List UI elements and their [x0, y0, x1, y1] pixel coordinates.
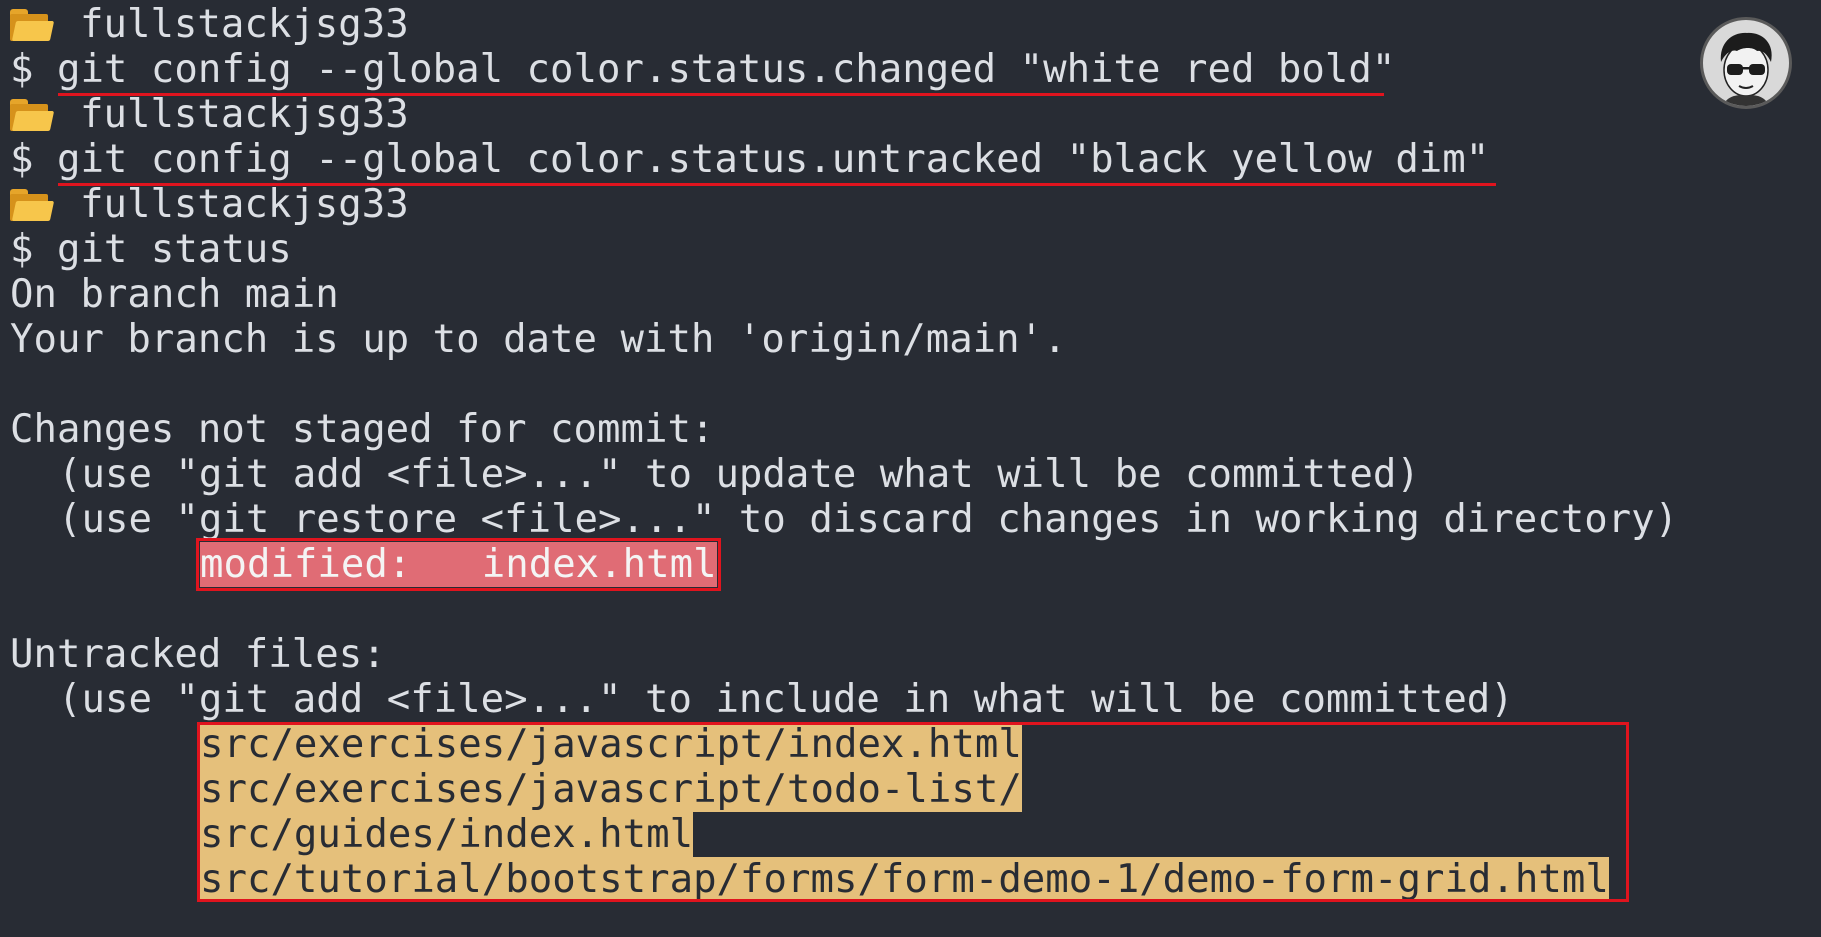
- modified-file-line: modified: index.html: [0, 538, 1821, 591]
- untracked-file: src/guides/index.html: [200, 812, 694, 857]
- command-line: $ git status: [0, 227, 1821, 272]
- untracked-file: src/exercises/javascript/todo-list/: [200, 767, 1022, 812]
- branch-line: On branch main: [10, 272, 339, 317]
- prompt-line: fullstackjsg33: [0, 2, 1821, 47]
- untracked-file: src/exercises/javascript/index.html: [200, 722, 1022, 767]
- command-text: $ git config --global color.status.chang…: [10, 47, 1396, 92]
- prompt-directory: fullstackjsg33: [80, 182, 409, 227]
- unstaged-hint: (use "git add <file>..." to update what …: [58, 452, 1420, 497]
- untracked-header: Untracked files:: [10, 632, 386, 677]
- command-underline-annotation: [58, 183, 1496, 186]
- modified-file-entry: modified: index.html: [196, 538, 721, 591]
- prompt-directory: fullstackjsg33: [80, 2, 409, 47]
- prompt-directory: fullstackjsg33: [80, 92, 409, 137]
- prompt-line: fullstackjsg33: [0, 182, 1821, 227]
- terminal-window[interactable]: fullstackjsg33 $ git config --global col…: [0, 0, 1821, 937]
- unstaged-header: Changes not staged for commit:: [10, 407, 715, 452]
- folder-icon: [10, 9, 55, 41]
- folder-icon: [10, 189, 55, 221]
- command-text: $ git status: [10, 227, 292, 272]
- avatar-illustration: [1720, 32, 1772, 106]
- untracked-hint: (use "git add <file>..." to include in w…: [58, 677, 1514, 722]
- upstream-line: Your branch is up to date with 'origin/m…: [10, 317, 1067, 362]
- command-line: $ git config --global color.status.untra…: [0, 137, 1821, 182]
- command-line: $ git config --global color.status.chang…: [0, 47, 1821, 92]
- avatar-icon: [1700, 17, 1792, 109]
- prompt-line: fullstackjsg33: [0, 92, 1821, 137]
- command-text: $ git config --global color.status.untra…: [10, 137, 1490, 182]
- unstaged-hint: (use "git restore <file>..." to discard …: [58, 497, 1679, 542]
- untracked-file-line: src/exercises/javascript/index.html: [0, 722, 1821, 767]
- untracked-file-line: src/exercises/javascript/todo-list/: [0, 767, 1821, 812]
- untracked-file: src/tutorial/bootstrap/forms/form-demo-1…: [200, 857, 1609, 902]
- folder-icon: [10, 99, 55, 131]
- command-underline-annotation: [58, 93, 1384, 96]
- untracked-file-line: src/tutorial/bootstrap/forms/form-demo-1…: [0, 857, 1821, 902]
- untracked-file-line: src/guides/index.html: [0, 812, 1821, 857]
